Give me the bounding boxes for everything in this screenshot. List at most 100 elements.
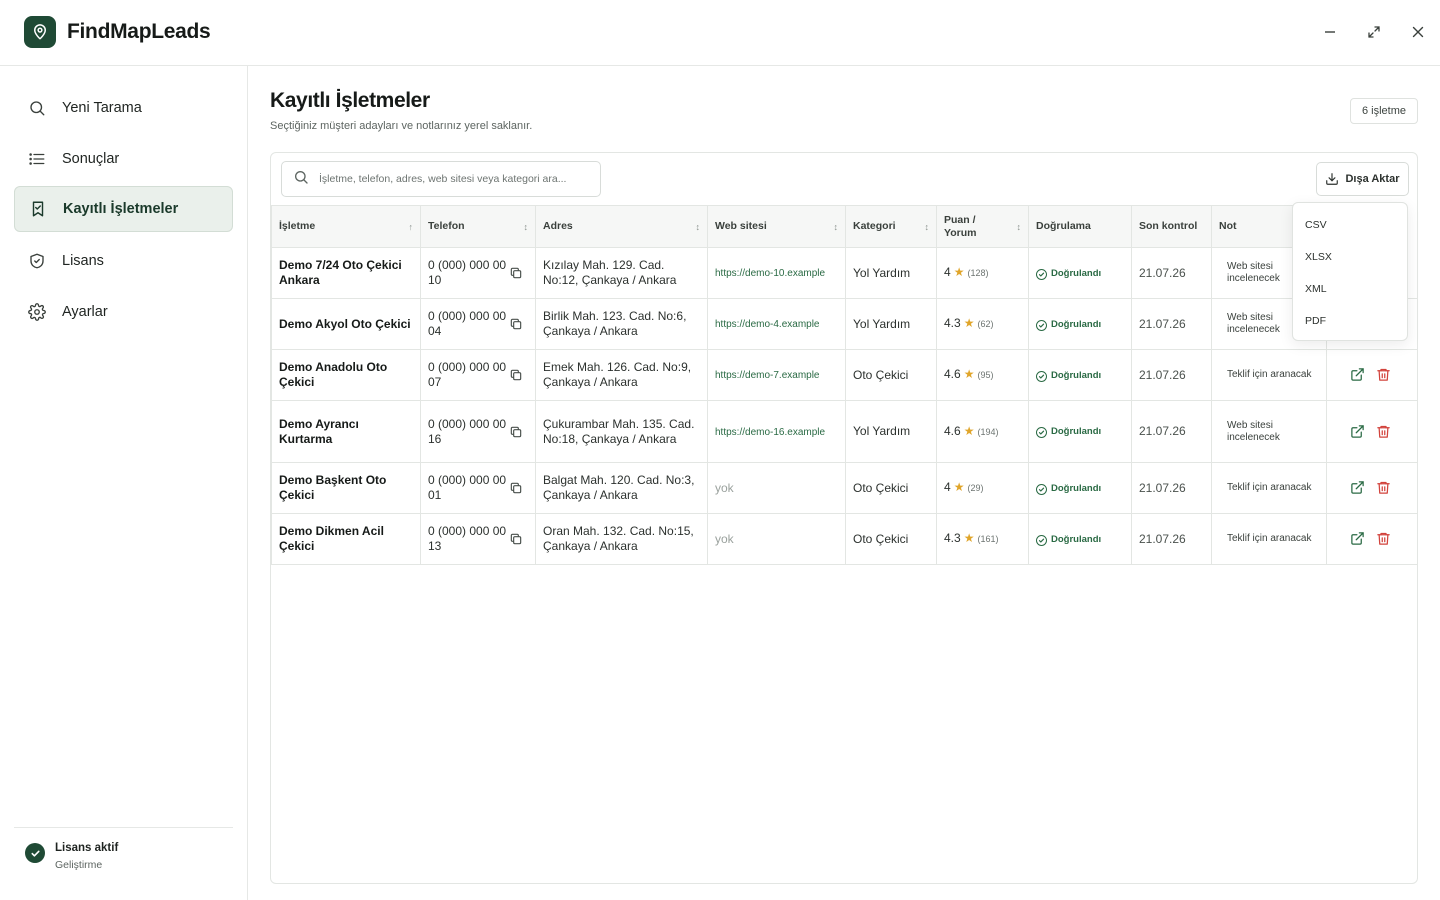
sort-icon: ↕ xyxy=(833,222,839,232)
table-row[interactable]: Demo Ayrancı Kurtarma 0 (000) 000 00 16 Çu… xyxy=(271,400,1327,463)
verification-status: Doğrulandı xyxy=(1028,462,1132,514)
verification-status: Doğrulandı xyxy=(1028,298,1132,350)
table-row[interactable]: Demo Akyol Oto Çekici 0 (000) 000 00 04 Bi… xyxy=(271,298,1327,350)
license-status: Lisans aktif Geliştirme xyxy=(14,827,233,887)
rating-cell: 4.3 ★ (62) xyxy=(936,298,1029,350)
sidebar-item-results[interactable]: Sonuçlar xyxy=(14,136,233,182)
column-header-label: Puan / Yorum xyxy=(944,213,977,239)
copy-icon[interactable] xyxy=(509,425,523,439)
export-option-csv[interactable]: CSV xyxy=(1305,219,1327,231)
copy-icon[interactable] xyxy=(509,532,523,546)
export-option-pdf[interactable]: PDF xyxy=(1305,315,1326,327)
table-row[interactable]: Demo 7/24 Oto Çekici Ankara 0 (000) 000 0… xyxy=(271,247,1327,299)
verification-status: Doğrulandı xyxy=(1028,349,1132,401)
check-circle-icon xyxy=(1036,268,1047,280)
website-cell: yok xyxy=(707,462,846,514)
bookmark-icon xyxy=(29,200,47,218)
trash-icon[interactable] xyxy=(1375,367,1391,383)
review-count: (29) xyxy=(967,483,984,493)
open-external-icon[interactable] xyxy=(1349,480,1365,496)
export-button[interactable]: Dışa Aktar xyxy=(1316,162,1409,196)
column-header-label: Not xyxy=(1219,220,1237,232)
category: Yol Yardım xyxy=(845,298,937,350)
website-link[interactable]: https://demo-10.example xyxy=(715,268,825,279)
last-check-date: 21.07.26 xyxy=(1131,349,1212,401)
title-bar: FindMapLeads xyxy=(0,0,1440,66)
sort-icon: ↕ xyxy=(1016,222,1022,232)
minimize-icon[interactable] xyxy=(1320,22,1340,42)
business-name: Demo Başkent Oto Çekici xyxy=(271,462,421,514)
rating-value: 4.3 xyxy=(944,531,961,545)
column-header-label: Telefon xyxy=(428,220,465,232)
rating-value: 4 xyxy=(944,265,951,279)
column-header-website[interactable]: Web sitesi ↕ xyxy=(707,205,846,248)
row-actions xyxy=(1326,349,1418,400)
open-external-icon[interactable] xyxy=(1349,531,1365,547)
website-link[interactable]: https://demo-16.example xyxy=(715,427,825,438)
rating-value: 4 xyxy=(944,480,951,494)
sidebar-item-new-scan[interactable]: Yeni Tarama xyxy=(14,85,233,131)
website-cell: https://demo-10.example xyxy=(707,247,846,299)
last-check-date: 21.07.26 xyxy=(1131,298,1212,350)
export-format-menu: CSV XLSX XML PDF xyxy=(1292,202,1408,341)
star-icon: ★ xyxy=(953,480,965,494)
phone-cell: 0 (000) 000 00 16 xyxy=(420,400,536,463)
sidebar-item-label: Yeni Tarama xyxy=(62,100,142,116)
column-header-label: Web sitesi xyxy=(715,220,767,232)
star-icon: ★ xyxy=(963,423,975,438)
business-name: Demo Anadolu Oto Çekici xyxy=(271,349,421,401)
copy-icon[interactable] xyxy=(509,317,523,331)
column-header-phone[interactable]: Telefon ↕ xyxy=(420,205,536,248)
sidebar-item-settings[interactable]: Ayarlar xyxy=(14,289,233,335)
search-box[interactable] xyxy=(281,161,601,197)
export-option-xml[interactable]: XML xyxy=(1305,283,1327,295)
verification-label: Doğrulandı xyxy=(1051,533,1102,545)
search-icon xyxy=(293,169,309,190)
export-option-xlsx[interactable]: XLSX xyxy=(1305,251,1332,263)
website-link[interactable]: https://demo-4.example xyxy=(715,319,820,330)
businesses-table: İşletme ↑ Telefon ↕ Adres ↕ Web sitesi ↕ Kat… xyxy=(271,205,1327,565)
search-input[interactable] xyxy=(319,173,589,185)
table-row[interactable]: Demo Dikmen Acil Çekici 0 (000) 000 00 13… xyxy=(271,513,1327,565)
business-count-badge: 6 işletme xyxy=(1350,98,1418,124)
note: Teklif için aranacak xyxy=(1211,462,1327,514)
verification-label: Doğrulandı xyxy=(1051,426,1102,437)
sidebar-item-license[interactable]: Lisans xyxy=(14,238,233,284)
star-icon: ★ xyxy=(963,531,975,545)
sidebar-item-label: Sonuçlar xyxy=(62,151,120,167)
address: Oran Mah. 132. Cad. No:15, Çankaya / Ank… xyxy=(535,513,708,565)
category: Oto Çekici xyxy=(845,513,937,565)
trash-icon[interactable] xyxy=(1375,531,1391,547)
page-subtitle: Seçtiğiniz müşteri adayları ve notlarını… xyxy=(270,120,533,132)
table-row[interactable]: Demo Anadolu Oto Çekici 0 (000) 000 00 07… xyxy=(271,349,1327,401)
trash-icon[interactable] xyxy=(1375,423,1391,439)
column-header-address[interactable]: Adres ↕ xyxy=(535,205,708,248)
category: Oto Çekici xyxy=(845,349,937,401)
website-link[interactable]: https://demo-7.example xyxy=(715,370,820,381)
close-icon[interactable] xyxy=(1408,22,1428,42)
copy-icon[interactable] xyxy=(509,368,523,382)
sidebar-item-saved-businesses[interactable]: Kayıtlı İşletmeler xyxy=(14,186,233,232)
website-empty: yok xyxy=(715,531,734,546)
copy-icon[interactable] xyxy=(509,481,523,495)
open-external-icon[interactable] xyxy=(1349,423,1365,439)
check-icon xyxy=(25,843,45,863)
verification-status: Doğrulandı xyxy=(1028,513,1132,565)
address: Çukurambar Mah. 135. Cad. No:18, Çankaya… xyxy=(535,400,708,463)
open-external-icon[interactable] xyxy=(1349,367,1365,383)
trash-icon[interactable] xyxy=(1375,480,1391,496)
maximize-icon[interactable] xyxy=(1364,22,1384,42)
last-check-date: 21.07.26 xyxy=(1131,513,1212,565)
column-header-last-check: Son kontrol xyxy=(1131,205,1212,248)
row-actions xyxy=(1326,400,1418,462)
last-check-date: 21.07.26 xyxy=(1131,247,1212,299)
saved-businesses-panel: Dışa Aktar İşletme ↑ Telefon ↕ Adres ↕ Web … xyxy=(270,152,1418,884)
check-circle-icon xyxy=(1036,483,1047,495)
copy-icon[interactable] xyxy=(509,266,523,280)
review-count: (161) xyxy=(977,534,999,544)
column-header-category[interactable]: Kategori ↕ xyxy=(845,205,937,248)
column-header-rating[interactable]: Puan / Yorum ↕ xyxy=(936,205,1029,248)
table-row[interactable]: Demo Başkent Oto Çekici 0 (000) 000 00 01… xyxy=(271,462,1327,514)
column-header-name[interactable]: İşletme ↑ xyxy=(271,205,421,248)
sidebar-item-label: Ayarlar xyxy=(62,304,108,320)
